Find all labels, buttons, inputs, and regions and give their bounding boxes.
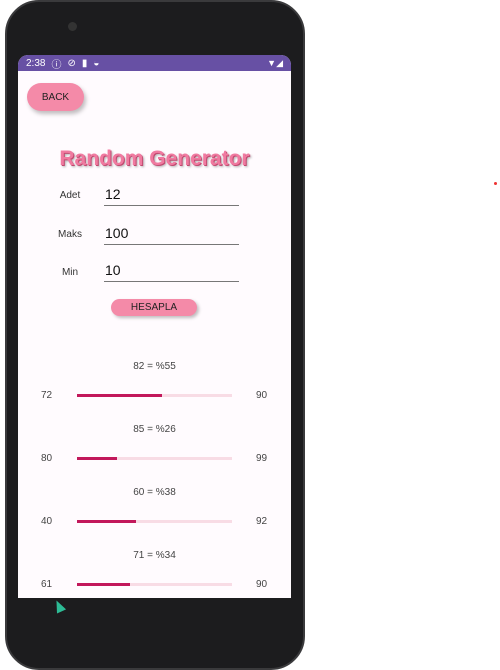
progress-fill	[77, 394, 163, 397]
camera	[68, 22, 77, 31]
status-time: 2:38	[26, 57, 46, 69]
progress-bar	[77, 394, 232, 397]
result-label: 71 = %34	[133, 550, 176, 561]
progress-bar	[77, 583, 232, 586]
progress-bar	[77, 457, 232, 460]
back-button[interactable]: BACK	[27, 83, 84, 111]
adet-label: Adet	[59, 190, 81, 201]
hesapla-button[interactable]: HESAPLA	[111, 299, 197, 316]
result-max: 90	[256, 390, 268, 401]
result-label: 82 = %55	[133, 361, 176, 372]
progress-fill	[77, 583, 130, 586]
result-min: 80	[41, 453, 53, 464]
result-min: 72	[41, 390, 53, 401]
red-dot	[494, 182, 497, 185]
result-max: 90	[256, 579, 268, 590]
result-label: 60 = %38	[133, 487, 176, 498]
sd-card-icon: ▮	[81, 57, 88, 69]
min-input[interactable]: 10	[104, 262, 239, 282]
face-icon: ◒	[93, 57, 100, 69]
page-title: Random Generator	[59, 147, 250, 170]
wifi-icon: ▼◢	[267, 57, 283, 68]
maks-input[interactable]: 100	[104, 225, 239, 245]
progress-fill	[77, 457, 118, 460]
status-bar: 2:38 ⓘ ⊘ ▮ ◒ ▼◢	[18, 55, 291, 71]
shield-icon: ⊘	[67, 57, 76, 69]
result-max: 92	[256, 516, 268, 527]
result-min: 61	[41, 579, 53, 590]
progress-bar	[77, 520, 232, 523]
progress-fill	[77, 520, 136, 523]
result-label: 85 = %26	[133, 424, 176, 435]
app-screen: 2:38 ⓘ ⊘ ▮ ◒ ▼◢ BACK Random Generator Ad…	[18, 55, 291, 598]
min-label: Min	[61, 267, 79, 278]
info-icon: ⓘ	[51, 59, 62, 71]
result-min: 40	[41, 516, 53, 527]
maks-label: Maks	[58, 229, 82, 240]
result-max: 99	[256, 453, 268, 464]
adet-input[interactable]: 12	[104, 186, 239, 206]
